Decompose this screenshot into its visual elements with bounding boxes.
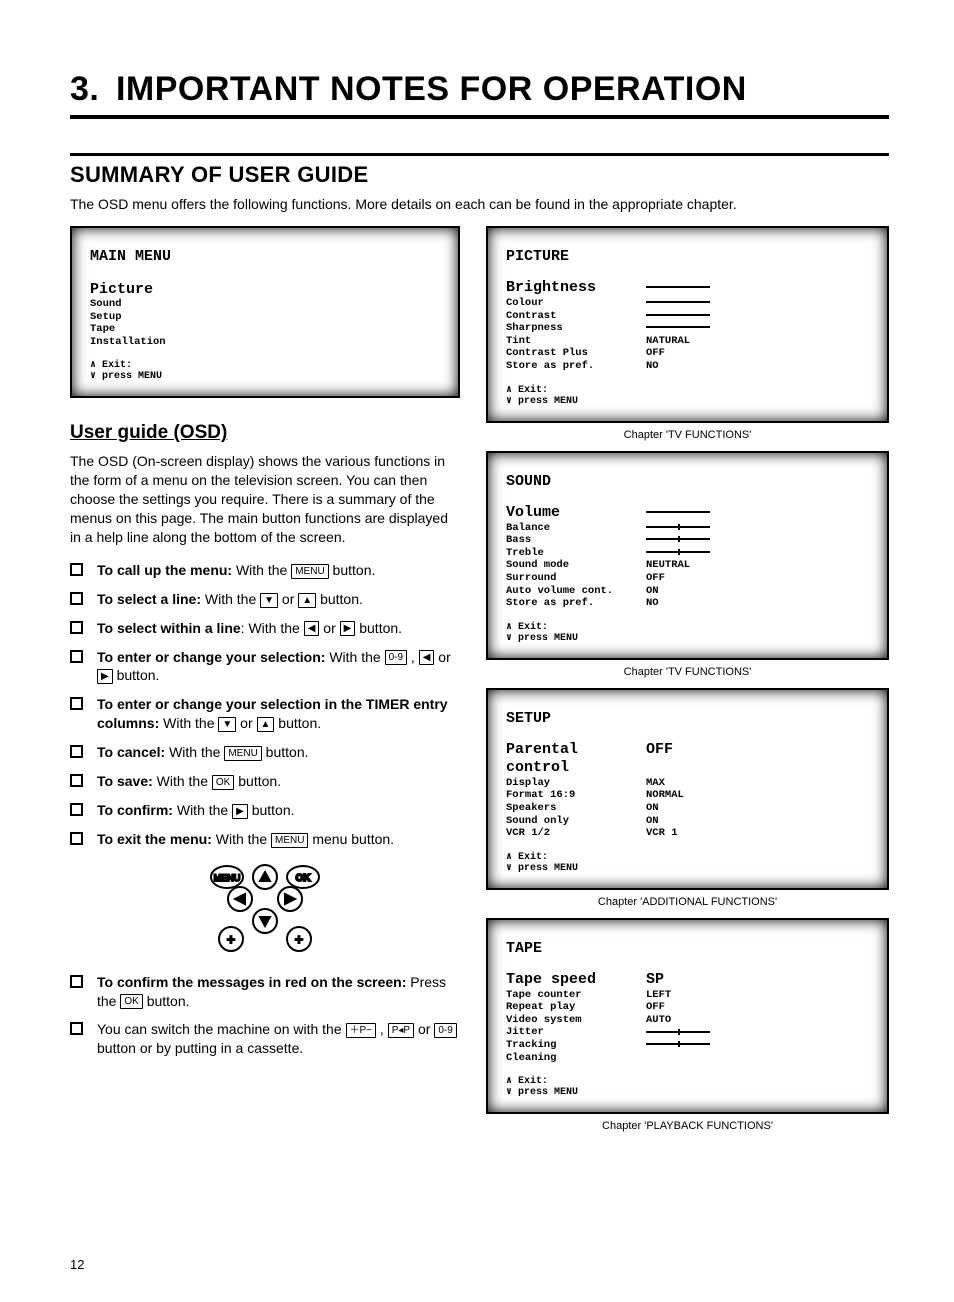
checkbox-icon bbox=[70, 621, 83, 634]
menu-button: MENU bbox=[224, 746, 261, 761]
svg-text:+: + bbox=[227, 931, 235, 947]
checkbox-icon bbox=[70, 1022, 83, 1035]
remote-diagram: MENU OK + + bbox=[70, 859, 460, 959]
summary-heading: SUMMARY OF USER GUIDE bbox=[70, 153, 889, 188]
menu-button: MENU bbox=[291, 564, 328, 579]
checkbox-icon bbox=[70, 803, 83, 816]
checkbox-icon bbox=[70, 650, 83, 663]
main-menu-title: MAIN MENU bbox=[90, 248, 440, 265]
step-list: To call up the menu: With the MENU butto… bbox=[70, 561, 460, 849]
main-menu-item: Installation bbox=[90, 336, 440, 349]
checkbox-icon bbox=[70, 563, 83, 576]
section-title-text: IMPORTANT NOTES FOR OPERATION bbox=[116, 70, 747, 108]
num-button: 0-9 bbox=[385, 650, 407, 665]
caption-setup: Chapter 'ADDITIONAL FUNCTIONS' bbox=[486, 896, 889, 908]
main-menu-item: Sound bbox=[90, 298, 440, 311]
ok-button: OK bbox=[120, 994, 142, 1009]
svg-text:+: + bbox=[295, 931, 303, 947]
pplus-button: ＋P− bbox=[346, 1023, 377, 1038]
right-icon: ▶ bbox=[232, 804, 248, 819]
user-guide-para: The OSD (On-screen display) shows the va… bbox=[70, 452, 460, 546]
user-guide-heading: User guide (OSD) bbox=[70, 422, 460, 444]
up-icon: ▲ bbox=[257, 717, 275, 732]
svg-text:OK: OK bbox=[296, 873, 312, 884]
exit-line-1: ∧ Exit: bbox=[90, 360, 440, 371]
osd-tape: TAPETape speedSPTape counterLEFTRepeat p… bbox=[486, 918, 889, 1115]
prev-button: P◂P bbox=[388, 1023, 414, 1038]
main-menu-item: Setup bbox=[90, 311, 440, 324]
main-menu-items: SoundSetupTapeInstallation bbox=[90, 298, 440, 348]
right-icon: ▶ bbox=[340, 621, 356, 636]
down-icon: ▼ bbox=[260, 593, 278, 608]
intro-text: The OSD menu offers the following functi… bbox=[70, 196, 889, 212]
left-icon: ◀ bbox=[419, 650, 435, 665]
osd-main-menu: MAIN MENU Picture SoundSetupTapeInstalla… bbox=[70, 226, 460, 398]
checkbox-icon bbox=[70, 774, 83, 787]
checkbox-icon bbox=[70, 832, 83, 845]
svg-text:MENU: MENU bbox=[214, 873, 241, 883]
exit-line-2: ∨ press MENU bbox=[90, 371, 440, 382]
osd-setup: SETUPParental controlOFFDisplayMAXFormat… bbox=[486, 688, 889, 890]
main-menu-item: Tape bbox=[90, 323, 440, 336]
step-list-2: To confirm the messages in red on the sc… bbox=[70, 973, 460, 1059]
checkbox-icon bbox=[70, 697, 83, 710]
caption-sound: Chapter 'TV FUNCTIONS' bbox=[486, 666, 889, 678]
ok-button: OK bbox=[212, 775, 234, 790]
caption-picture: Chapter 'TV FUNCTIONS' bbox=[486, 429, 889, 441]
checkbox-icon bbox=[70, 745, 83, 758]
right-icon: ▶ bbox=[97, 669, 113, 684]
caption-tape: Chapter 'PLAYBACK FUNCTIONS' bbox=[486, 1120, 889, 1132]
osd-picture: PICTUREBrightnessColourContrastSharpness… bbox=[486, 226, 889, 423]
checkbox-icon bbox=[70, 975, 83, 988]
menu-button: MENU bbox=[271, 833, 308, 848]
section-title: 3. IMPORTANT NOTES FOR OPERATION bbox=[70, 70, 889, 119]
page-number: 12 bbox=[70, 1257, 84, 1272]
down-icon: ▼ bbox=[218, 717, 236, 732]
main-menu-selected: Picture bbox=[90, 281, 440, 298]
left-icon: ◀ bbox=[304, 621, 320, 636]
section-number: 3. bbox=[70, 70, 106, 109]
checkbox-icon bbox=[70, 592, 83, 605]
up-icon: ▲ bbox=[298, 593, 316, 608]
num-button: 0-9 bbox=[434, 1023, 456, 1038]
osd-sound: SOUNDVolumeBalanceBassTrebleSound modeNE… bbox=[486, 451, 889, 660]
